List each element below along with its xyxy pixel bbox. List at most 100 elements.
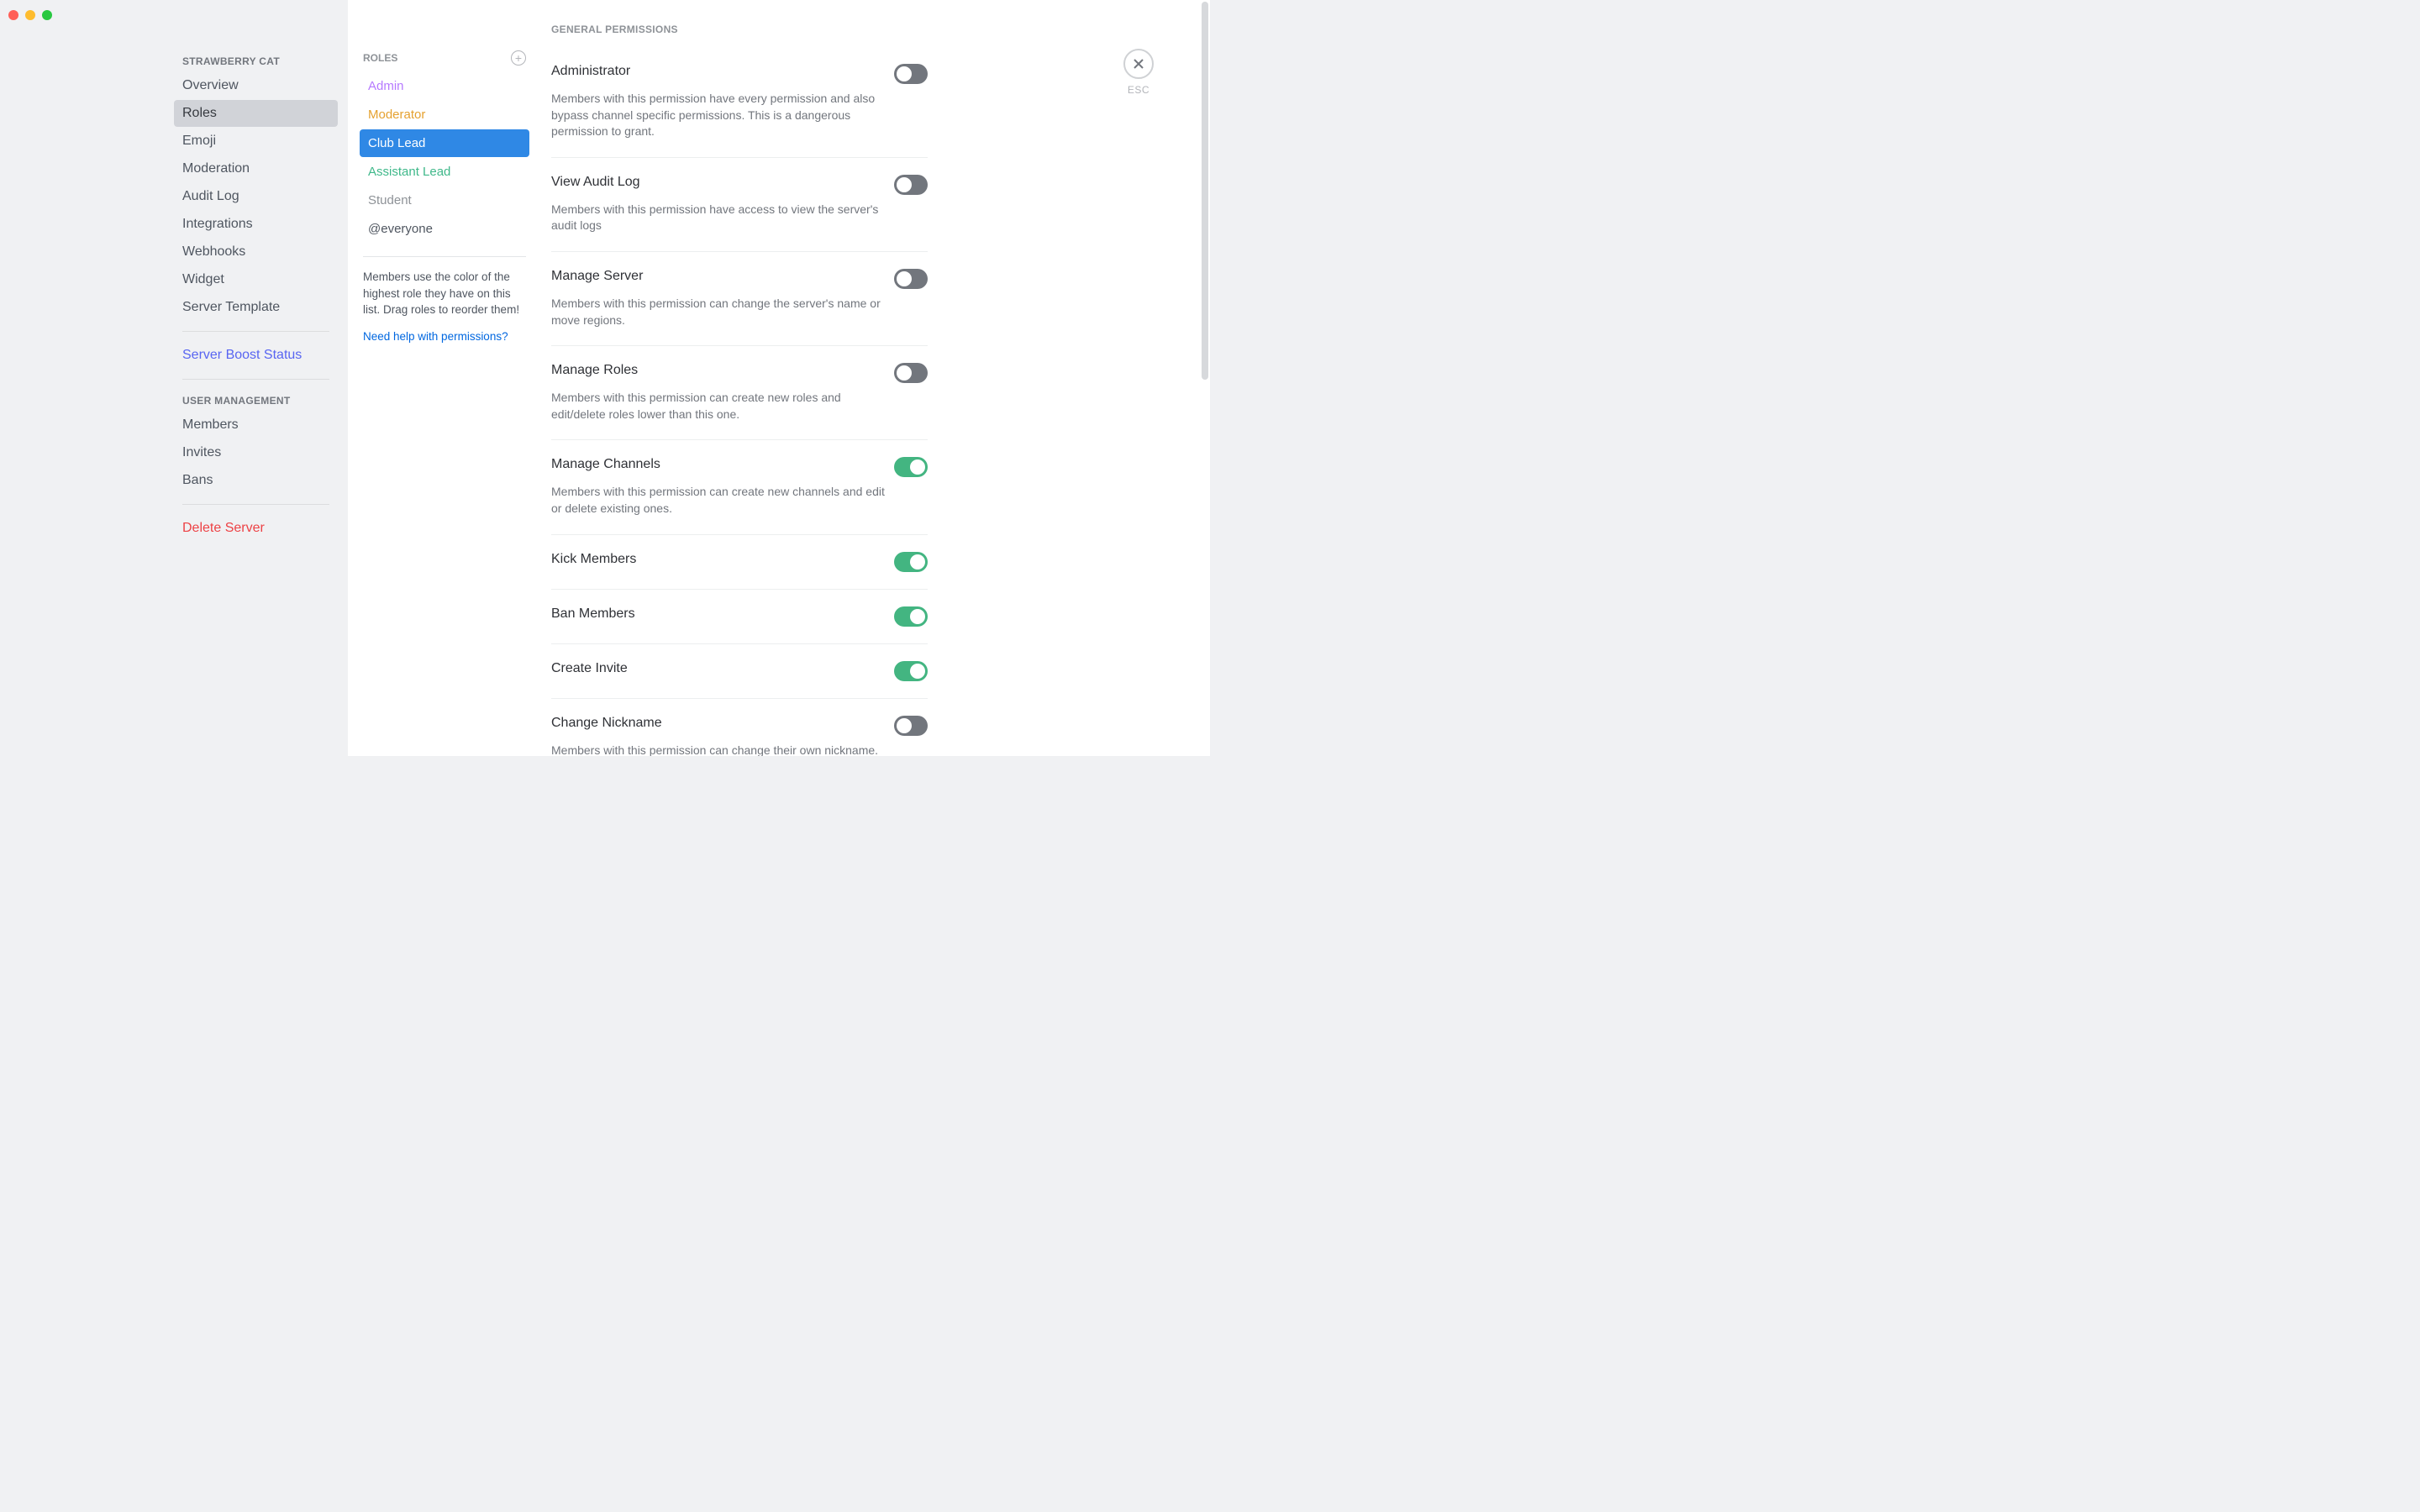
server-name-header: Strawberry Cat <box>174 50 338 72</box>
roles-help-text: Members use the color of the highest rol… <box>360 269 529 318</box>
permission-row: Manage Channels Members with this permiss… <box>551 440 928 534</box>
permission-toggle[interactable] <box>894 64 928 84</box>
role-item[interactable]: @everyone <box>360 215 529 243</box>
scrollbar[interactable] <box>1200 2 1208 754</box>
permission-title: Ban Members <box>551 606 635 622</box>
close-settings-button[interactable] <box>1123 49 1154 79</box>
permission-description: Members with this permission can change … <box>551 743 928 756</box>
settings-sidebar: Strawberry Cat Overview Roles Emoji Mode… <box>0 0 348 756</box>
permission-title: Kick Members <box>551 552 636 567</box>
permission-title-row: Ban Members <box>551 606 928 627</box>
permission-row: Create Invite <box>551 644 928 699</box>
permission-toggle[interactable] <box>894 661 928 681</box>
permission-row: View Audit Log Members with this permissi… <box>551 158 928 252</box>
maximize-window-icon[interactable] <box>42 10 52 20</box>
permission-description: Members with this permission can create … <box>551 484 928 517</box>
toggle-knob <box>910 609 925 624</box>
window-traffic-lights <box>8 10 52 20</box>
plus-icon: + <box>515 52 522 64</box>
permission-title-row: Administrator <box>551 64 928 84</box>
permission-row: Manage Roles Members with this permission… <box>551 346 928 440</box>
permission-row: Change Nickname Members with this permiss… <box>551 699 928 756</box>
roles-header: Roles <box>363 52 397 64</box>
role-label: Admin <box>368 79 404 93</box>
permission-title: View Audit Log <box>551 175 640 190</box>
role-label: Club Lead <box>368 136 425 150</box>
permission-toggle[interactable] <box>894 363 928 383</box>
permission-row: Manage Server Members with this permissio… <box>551 252 928 346</box>
minimize-window-icon[interactable] <box>25 10 35 20</box>
permission-toggle[interactable] <box>894 269 928 289</box>
sidebar-item-bans[interactable]: Bans <box>174 467 338 494</box>
close-settings-area: ESC <box>1118 49 1160 96</box>
toggle-knob <box>910 459 925 475</box>
permission-title: Administrator <box>551 64 630 79</box>
role-label: @everyone <box>368 222 433 236</box>
permission-title: Manage Channels <box>551 457 660 472</box>
role-item[interactable]: Admin <box>360 72 529 100</box>
permission-title: Change Nickname <box>551 716 662 731</box>
toggle-knob <box>897 365 912 381</box>
close-window-icon[interactable] <box>8 10 18 20</box>
sidebar-item-roles[interactable]: Roles <box>174 100 338 127</box>
general-permissions-header: General Permissions <box>551 24 928 47</box>
sidebar-item-audit-log[interactable]: Audit Log <box>174 183 338 210</box>
role-item[interactable]: Moderator <box>360 101 529 129</box>
permission-title-row: Manage Roles <box>551 363 928 383</box>
permission-title: Manage Server <box>551 269 643 284</box>
user-management-header: User Management <box>174 390 338 412</box>
toggle-knob <box>897 66 912 81</box>
toggle-knob <box>897 271 912 286</box>
permission-toggle[interactable] <box>894 457 928 477</box>
toggle-knob <box>897 718 912 733</box>
permission-title-row: Create Invite <box>551 661 928 681</box>
role-item[interactable]: Club Lead <box>360 129 529 157</box>
permission-toggle[interactable] <box>894 606 928 627</box>
role-item[interactable]: Assistant Lead <box>360 158 529 186</box>
permission-title-row: Manage Channels <box>551 457 928 477</box>
sidebar-divider <box>182 379 329 380</box>
permission-title: Create Invite <box>551 661 628 676</box>
permission-row: Ban Members <box>551 590 928 644</box>
sidebar-item-integrations[interactable]: Integrations <box>174 211 338 238</box>
sidebar-item-overview[interactable]: Overview <box>174 72 338 99</box>
role-item[interactable]: Student <box>360 186 529 214</box>
permission-title-row: Manage Server <box>551 269 928 289</box>
sidebar-item-widget[interactable]: Widget <box>174 266 338 293</box>
sidebar-item-invites[interactable]: Invites <box>174 439 338 466</box>
permission-row: Administrator Members with this permissio… <box>551 47 928 158</box>
permission-title-row: Change Nickname <box>551 716 928 736</box>
permission-title-row: View Audit Log <box>551 175 928 195</box>
sidebar-item-emoji[interactable]: Emoji <box>174 128 338 155</box>
permissions-panel: General Permissions Administrator Members… <box>541 0 1210 756</box>
permission-toggle[interactable] <box>894 175 928 195</box>
permission-description: Members with this permission have access… <box>551 202 928 234</box>
permission-toggle[interactable] <box>894 552 928 572</box>
sidebar-item-delete-server[interactable]: Delete Server <box>174 515 338 542</box>
sidebar-item-boost-status[interactable]: Server Boost Status <box>174 342 338 369</box>
sidebar-item-moderation[interactable]: Moderation <box>174 155 338 182</box>
sidebar-item-server-template[interactable]: Server Template <box>174 294 338 321</box>
scrollbar-thumb[interactable] <box>1202 2 1208 380</box>
permission-title: Manage Roles <box>551 363 638 378</box>
role-label: Moderator <box>368 108 425 122</box>
roles-divider <box>363 256 526 257</box>
role-label: Student <box>368 193 412 207</box>
permission-description: Members with this permission can change … <box>551 296 928 328</box>
permission-description: Members with this permission have every … <box>551 91 928 140</box>
sidebar-item-webhooks[interactable]: Webhooks <box>174 239 338 265</box>
permission-row: Kick Members <box>551 535 928 590</box>
roles-list-panel: Roles + Admin Moderator Club Lead Assistant… <box>348 0 541 756</box>
permission-title-row: Kick Members <box>551 552 928 572</box>
sidebar-divider <box>182 331 329 332</box>
permission-toggle[interactable] <box>894 716 928 736</box>
add-role-button[interactable]: + <box>511 50 526 66</box>
role-label: Assistant Lead <box>368 165 450 179</box>
sidebar-item-members[interactable]: Members <box>174 412 338 438</box>
toggle-knob <box>910 554 925 570</box>
toggle-knob <box>910 664 925 679</box>
permission-description: Members with this permission can create … <box>551 390 928 423</box>
close-icon <box>1132 57 1145 71</box>
close-esc-label: ESC <box>1118 84 1160 96</box>
permissions-help-link[interactable]: Need help with permissions? <box>360 318 529 343</box>
